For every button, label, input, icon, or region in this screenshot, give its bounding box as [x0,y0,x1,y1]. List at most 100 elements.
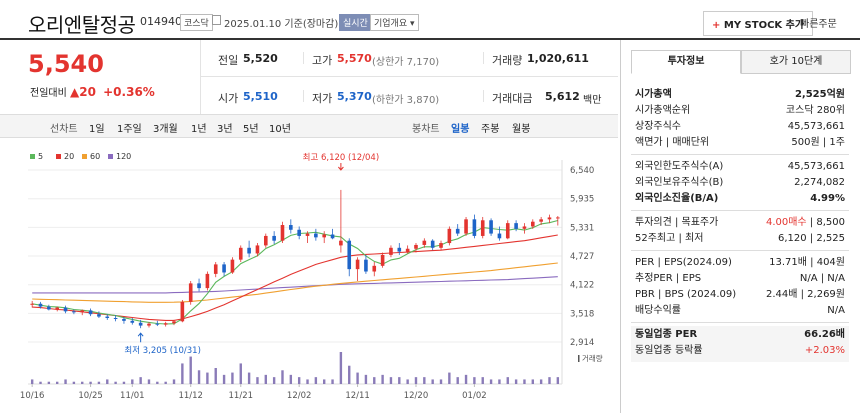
volume-bar [164,381,167,384]
candle-body [188,283,193,302]
info-value: 2,274,082 [794,177,845,188]
x-tick-label: 12/20 [404,391,429,401]
amount-value: 5,612 [545,90,580,103]
info-label: 추정PER | EPS [635,273,702,284]
y-tick-label: 4,122 [570,281,594,291]
price-chart[interactable]: 5 20 60 120 6,540 5,935 5,331 4,727 4,122 3,518 2,… [0,146,618,413]
low-annotation: 최저 3,205 (10/31) [124,345,201,356]
volume-bar [239,363,242,384]
info-row: 시가총액순위 코스닥 280위 [635,104,845,118]
candle-body [480,220,485,236]
volume-bar [464,374,468,384]
info-row: 동일업종 등락률 +2.03% [635,344,845,358]
calendar-icon [212,15,221,25]
candle-body [380,254,385,266]
volume-bar [473,377,476,384]
volume-bar [97,381,101,384]
realtime-button[interactable]: 실시간 [339,14,372,31]
volume-bar [373,377,376,384]
legend-label: 20 [64,152,74,161]
period-3y[interactable]: 3년 [217,120,233,135]
period-1d[interactable]: 1일 [89,120,105,135]
candle-body [113,317,118,319]
candle-body [55,307,60,310]
x-tick-label: 12/02 [287,391,312,401]
candle-body [414,244,418,249]
y-tick-label: 3,518 [570,309,594,319]
period-5y[interactable]: 5년 [243,120,259,135]
candle-daily[interactable]: 일봉 [451,120,469,135]
line-chart-label: 선차트 [50,124,78,135]
info-row: 시가총액 2,525억원 [635,88,845,102]
chevron-down-icon: ▾ [410,19,415,29]
volume-bar [431,379,434,384]
info-row: 외국인소진율(B/A) 4.99% [635,192,845,206]
volume-bar [172,379,176,384]
info-row: PBR | BPS (2024.09) 2.44배 | 2,269원 [635,288,845,302]
upper-limit: (상한가 7,170) [372,57,440,68]
volume-bar [456,377,459,384]
y-tick-label: 2,914 [570,338,594,348]
volume-bar [206,372,209,384]
stock-code: 014940 [140,15,182,28]
candle-body [489,220,493,234]
candle-body [464,219,468,234]
tab-orderbook[interactable]: 호가 10단계 [741,50,851,74]
info-value-secondary: | 8,500 [806,217,845,228]
candle-body [213,264,218,274]
ma60-line [32,262,558,303]
period-10y[interactable]: 10년 [269,120,291,135]
candle-body [105,316,110,318]
change-value: 20 [79,85,96,99]
volume-bar [506,377,509,384]
candle-body [514,223,518,229]
quick-order-button[interactable]: 빠른주문 [800,15,837,30]
volume-bar [364,374,368,384]
info-label: PBR | BPS (2024.09) [635,289,737,300]
candle-body [238,247,243,260]
volume-bar [189,356,192,384]
candle-body [230,259,235,273]
candle-weekly[interactable]: 주봉 [481,120,499,135]
candle-body [130,320,135,323]
x-tick-label: 01/02 [462,391,487,401]
legend-label: 120 [116,152,131,161]
company-overview-dropdown[interactable]: 기업개요 ▾ [370,14,419,31]
volume-bar [197,370,201,384]
volume-bar [348,365,351,384]
info-label: PER | EPS(2024.09) [635,257,732,268]
volume-bar [548,377,551,384]
candle-body [247,247,251,254]
candle-monthly[interactable]: 월봉 [512,120,530,135]
volume-bar [398,377,401,384]
candle-body [255,245,260,254]
volume-bar [131,379,134,384]
low-label: 저가 [312,92,333,105]
info-row: 투자의견 | 목표주가 4.00매수 | 8,500 [635,216,845,230]
divider [483,90,484,102]
info-row: 상장주식수 45,573,661 [635,120,845,134]
prev-value: 5,520 [243,52,278,65]
period-3m[interactable]: 3개월 [153,120,178,135]
mystock-add-button[interactable]: + MY STOCK 추가 [703,11,814,36]
legend-swatch [108,154,113,159]
candle-body [322,234,327,238]
volume-bar [30,379,34,384]
info-row: 추정PER | EPS N/A | N/A [635,272,845,286]
period-1w[interactable]: 1주일 [117,120,142,135]
up-arrow-icon: ▲ [70,85,80,99]
volume-bar [498,379,501,384]
info-value-primary: 4.00매수 [765,217,807,228]
info-value: N/A | N/A [799,273,845,284]
info-row: 외국인한도주식수(A) 45,573,661 [635,160,845,174]
volume-bar [64,379,67,384]
investment-info-panel: 투자정보 호가 10단계 시가총액 2,525억원시가총액순위 코스닥 280위상장… [620,40,860,413]
volume-bar [314,377,318,384]
amount-label: 거래대금 [492,92,533,105]
low-value: 5,370 [337,90,372,103]
volume-bar [114,381,117,384]
tab-investment-info[interactable]: 투자정보 [631,50,741,74]
volume-bar [539,379,543,384]
period-1y[interactable]: 1년 [191,120,207,135]
mystock-label: MY STOCK 추가 [723,20,805,31]
